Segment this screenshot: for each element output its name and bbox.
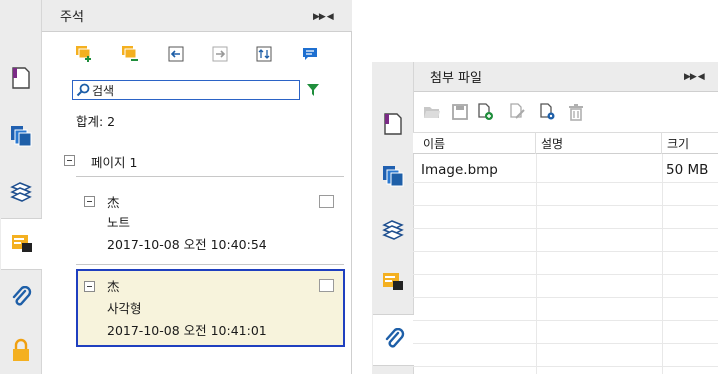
search-input[interactable]: 검색 xyxy=(72,80,300,100)
add-file-icon xyxy=(478,103,493,120)
grid-row-divider xyxy=(413,228,718,229)
add-comment-button[interactable] xyxy=(74,44,94,64)
filter-icon xyxy=(307,84,319,96)
delete-button[interactable] xyxy=(566,102,586,122)
rail-tab-comments[interactable] xyxy=(373,256,413,308)
comment-item-selected[interactable]: 杰 사각형 2017-10-08 오전 10:41:01 xyxy=(76,269,345,347)
comments-window: 주석 ▶▶ ◀ 검색 합계: 2 페이지 1 杰 노트 2017-10-08 오… xyxy=(0,0,352,374)
page-group-label: 페이지 1 xyxy=(91,155,138,170)
column-header-name[interactable]: 이름 xyxy=(418,132,536,154)
comment-item[interactable]: 杰 노트 2017-10-08 오전 10:40:54 xyxy=(76,186,344,256)
grid-row-divider xyxy=(413,205,718,206)
edit-description-button[interactable] xyxy=(508,102,528,122)
file-size-cell: 50 MB xyxy=(666,162,709,178)
total-count: 합계: 2 xyxy=(76,114,116,129)
add-reply-icon xyxy=(122,46,138,61)
dock-controls[interactable]: ▶▶ ◀ xyxy=(684,72,705,82)
attachments-panel-header: 첨부 파일 xyxy=(414,62,718,92)
add-file-button[interactable] xyxy=(476,102,496,122)
add-comment-icon xyxy=(76,46,91,62)
layers-icon xyxy=(382,220,404,240)
grid-col-divider xyxy=(662,154,663,374)
filter-button[interactable] xyxy=(303,80,323,100)
rail-tab-attachment[interactable] xyxy=(1,272,41,324)
page-group-divider xyxy=(76,176,344,177)
rail-tab-attachment[interactable] xyxy=(373,314,414,366)
rail-tab-page[interactable] xyxy=(1,52,41,104)
comment-expander[interactable] xyxy=(84,281,95,292)
grid-row-divider xyxy=(413,366,718,367)
search-placeholder: 검색 xyxy=(92,83,115,98)
pages-icon xyxy=(383,166,404,187)
attachments-panel-title: 첨부 파일 xyxy=(430,71,482,86)
comments-panel-header: 주석 xyxy=(42,0,352,32)
export-icon xyxy=(212,46,228,62)
rail-tab-layers[interactable] xyxy=(373,204,413,256)
grid-row-divider xyxy=(413,297,718,298)
file-name-cell: Image.bmp xyxy=(421,162,498,178)
export-button[interactable] xyxy=(210,44,230,64)
add-reply-button[interactable] xyxy=(120,44,140,64)
comment-timestamp: 2017-10-08 오전 10:41:01 xyxy=(107,323,267,338)
attachment-icon xyxy=(385,328,404,348)
open-button[interactable] xyxy=(422,102,442,122)
file-settings-button[interactable] xyxy=(538,102,558,122)
sort-icon xyxy=(256,46,272,62)
attachment-icon xyxy=(12,286,32,306)
column-header-description[interactable]: 설명 xyxy=(536,132,662,154)
comment-toolbar xyxy=(42,44,351,70)
lock-icon xyxy=(13,338,29,361)
settings-file-icon xyxy=(540,103,555,120)
dock-controls[interactable]: ▶▶ ◀ xyxy=(313,12,334,22)
page-group-expander[interactable] xyxy=(64,155,75,166)
open-folder-icon xyxy=(424,107,440,118)
column-header-size[interactable]: 크기 xyxy=(662,132,718,154)
grid-row-divider xyxy=(413,251,718,252)
layers-icon xyxy=(10,182,32,202)
save-icon xyxy=(452,104,468,120)
comments-panel-title: 주석 xyxy=(60,10,84,25)
comments-icon xyxy=(11,235,32,252)
grid-row-divider xyxy=(413,343,718,344)
delete-icon xyxy=(569,104,583,121)
rail-tab-layers[interactable] xyxy=(1,166,41,218)
chat-icon xyxy=(303,48,317,60)
pages-icon xyxy=(11,126,32,147)
grid-col-divider xyxy=(536,154,537,374)
grid-row-divider xyxy=(413,182,718,183)
rail-tab-pages[interactable] xyxy=(1,110,41,162)
rail-tab-page[interactable] xyxy=(373,98,413,150)
edit-description-icon xyxy=(510,103,525,119)
comment-checkbox[interactable] xyxy=(319,279,334,292)
save-button[interactable] xyxy=(450,102,470,122)
comment-author: 杰 xyxy=(107,195,120,210)
page-icon xyxy=(12,67,30,89)
comment-divider xyxy=(76,264,344,265)
comment-type: 노트 xyxy=(107,215,131,230)
comment-type: 사각형 xyxy=(107,301,142,316)
comment-author: 杰 xyxy=(107,279,120,294)
rail-tab-security[interactable] xyxy=(1,324,41,376)
comment-timestamp: 2017-10-08 오전 10:40:54 xyxy=(107,237,267,252)
attachment-toolbar xyxy=(414,102,718,126)
rail-tab-comments[interactable] xyxy=(1,218,42,270)
rail-tab-pages[interactable] xyxy=(373,150,413,202)
comment-expander[interactable] xyxy=(84,196,95,207)
table-row[interactable]: Image.bmp 50 MB xyxy=(413,158,718,182)
page-icon xyxy=(384,113,402,135)
comment-checkbox[interactable] xyxy=(319,195,334,208)
grid-row-divider xyxy=(413,320,718,321)
import-button[interactable] xyxy=(166,44,186,64)
chat-button[interactable] xyxy=(300,44,320,64)
comments-icon xyxy=(383,273,403,290)
sort-button[interactable] xyxy=(254,44,274,64)
import-icon xyxy=(168,46,184,62)
grid-row-divider xyxy=(413,274,718,275)
search-icon xyxy=(76,83,90,97)
